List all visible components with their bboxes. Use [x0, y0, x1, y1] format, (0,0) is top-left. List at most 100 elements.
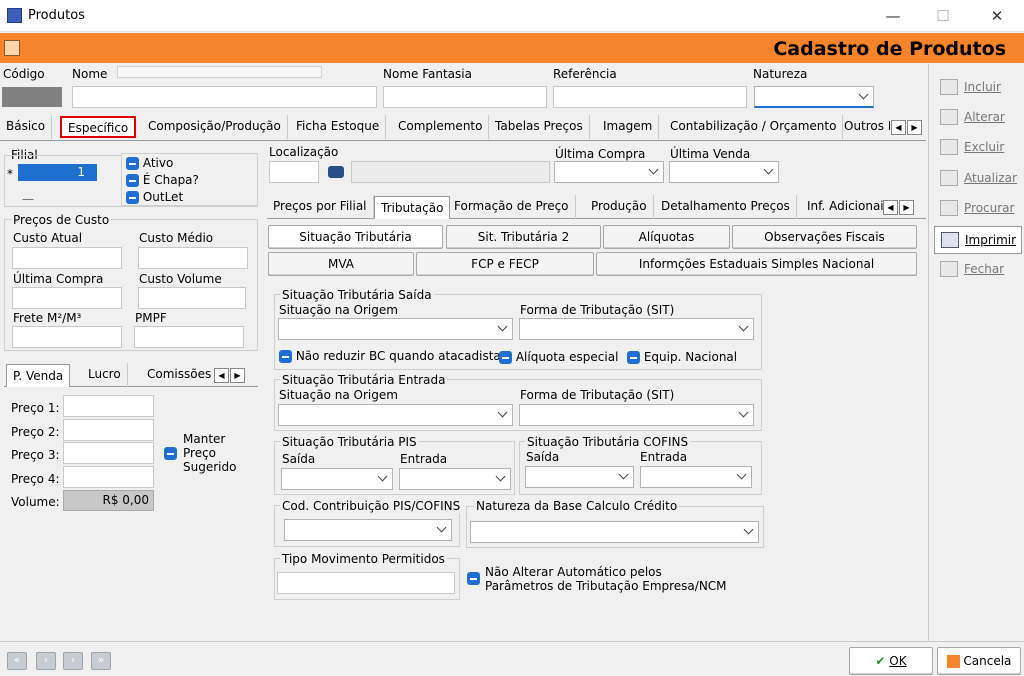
- localizacao-field[interactable]: [269, 161, 319, 183]
- tab-imagem[interactable]: Imagem: [597, 115, 660, 139]
- referencia-field[interactable]: [553, 86, 747, 108]
- ativo-checkbox[interactable]: Ativo: [126, 156, 173, 170]
- price-tab-right-arrow[interactable]: ▶: [230, 368, 245, 383]
- tab-ficha-estoque[interactable]: Ficha Estoque: [290, 115, 387, 139]
- prev-record-button[interactable]: ‹: [36, 652, 56, 670]
- saida-forma-select[interactable]: [519, 318, 754, 340]
- binoculars-icon[interactable]: [328, 166, 344, 178]
- custo-medio-field[interactable]: [138, 247, 248, 269]
- last-record-button[interactable]: »: [91, 652, 111, 670]
- preco2-field[interactable]: [63, 419, 154, 441]
- tab-especifico[interactable]: Específico: [60, 116, 137, 138]
- entrada-origem-select[interactable]: [278, 404, 513, 426]
- custo-atual-field[interactable]: [12, 247, 122, 269]
- pis-entrada-select[interactable]: [399, 468, 511, 490]
- trib-tab-right-arrow[interactable]: ▶: [899, 200, 914, 215]
- localizacao-label: Localização: [269, 145, 339, 159]
- next-record-button[interactable]: ›: [63, 652, 83, 670]
- atualizar-button[interactable]: Atualizar: [934, 165, 1022, 193]
- observacoes-fiscais-button[interactable]: Observações Fiscais: [732, 225, 917, 249]
- manter-preco-checkbox[interactable]: [164, 446, 177, 460]
- entrada-forma-select[interactable]: [519, 404, 754, 426]
- check-icon: [467, 572, 480, 585]
- tab-scroll-left-arrow[interactable]: ◀: [891, 120, 906, 135]
- ultima-venda-select[interactable]: [669, 161, 779, 183]
- preco4-field[interactable]: [63, 466, 154, 488]
- procurar-button[interactable]: Procurar: [934, 195, 1022, 223]
- excluir-button[interactable]: Excluir: [934, 134, 1022, 162]
- app-icon: [7, 8, 22, 23]
- volume-value: R$ 0,00: [63, 490, 154, 511]
- tab-basico[interactable]: Básico: [0, 115, 53, 139]
- aliquota-especial-checkbox[interactable]: Alíquota especial: [499, 350, 618, 364]
- trib-tab-left-arrow[interactable]: ◀: [883, 200, 898, 215]
- pis-saida-select[interactable]: [281, 468, 393, 490]
- cod-contribuicao-select[interactable]: [284, 519, 452, 541]
- custo-volume-field[interactable]: [138, 287, 246, 309]
- equip-nacional-checkbox[interactable]: Equip. Nacional: [627, 350, 737, 364]
- nome-fantasia-field[interactable]: [383, 86, 547, 108]
- natureza-base-select[interactable]: [470, 521, 759, 543]
- filial-value[interactable]: 1: [18, 164, 97, 181]
- tab-comissoes[interactable]: Comissões: [141, 363, 217, 387]
- pis-entrada-label: Entrada: [400, 452, 448, 466]
- natureza-select[interactable]: [754, 86, 874, 108]
- minimize-button[interactable]: —: [870, 0, 916, 32]
- main-tabstrip: Básico Específico Composição/Produção Fi…: [0, 115, 926, 141]
- tab-detalhamento[interactable]: Detalhamento Preços: [655, 195, 797, 219]
- outlet-checkbox[interactable]: OutLet: [126, 190, 183, 204]
- fechar-button[interactable]: Fechar: [934, 256, 1022, 284]
- tab-contabilizacao[interactable]: Contabilização / Orçamento: [664, 115, 844, 139]
- fcp-fecp-button[interactable]: FCP e FECP: [416, 252, 594, 276]
- tab-p-venda[interactable]: P. Venda: [6, 364, 71, 387]
- pmpf-field[interactable]: [134, 326, 244, 348]
- alterar-button[interactable]: Alterar: [934, 104, 1022, 132]
- window-title: Produtos: [28, 8, 85, 23]
- imprimir-button[interactable]: Imprimir: [934, 226, 1022, 254]
- tributacao-tabstrip: Preços por Filial Tributação Formação de…: [267, 195, 926, 219]
- cofins-entrada-select[interactable]: [640, 466, 752, 488]
- chevron-down-icon: [495, 471, 506, 482]
- tab-scroll-right-arrow[interactable]: ▶: [907, 120, 922, 135]
- tab-outros[interactable]: Outros N: [838, 115, 890, 139]
- sit-tributaria-2-button[interactable]: Sit. Tributária 2: [446, 225, 601, 249]
- tab-precos-filial[interactable]: Preços por Filial: [267, 195, 374, 219]
- informacoes-estaduais-button[interactable]: Informções Estaduais Simples Nacional: [596, 252, 917, 276]
- ultima-compra-select[interactable]: [554, 161, 664, 183]
- tab-complemento[interactable]: Complemento: [392, 115, 490, 139]
- ultima-compra-custo-field[interactable]: [12, 287, 122, 309]
- codigo-field[interactable]: [2, 87, 62, 107]
- maximize-button[interactable]: ☐: [920, 0, 966, 32]
- mva-button[interactable]: MVA: [268, 252, 414, 276]
- tab-producao[interactable]: Produção: [585, 195, 654, 219]
- ok-button[interactable]: ✔ OK: [849, 647, 933, 675]
- pmpf-label: PMPF: [135, 311, 167, 325]
- nao-reduzir-checkbox[interactable]: Não reduzir BC quando atacadista: [279, 349, 501, 363]
- close-button[interactable]: ✕: [974, 0, 1020, 32]
- tab-inf-adicionais[interactable]: Inf. Adicionais: [801, 195, 896, 219]
- first-record-button[interactable]: «: [7, 652, 27, 670]
- tab-tributacao[interactable]: Tributação: [374, 196, 451, 219]
- incluir-button[interactable]: Incluir: [934, 74, 1022, 102]
- price-tab-left-arrow[interactable]: ◀: [214, 368, 229, 383]
- cofins-saida-select[interactable]: [525, 466, 634, 488]
- cancela-button[interactable]: Cancela: [937, 647, 1021, 675]
- nome-field[interactable]: [72, 86, 377, 108]
- entrada-group-label: Situação Tributária Entrada: [280, 373, 448, 387]
- preco1-field[interactable]: [63, 395, 154, 417]
- chapa-checkbox[interactable]: É Chapa?: [126, 173, 199, 187]
- tipo-movimento-field[interactable]: [277, 572, 455, 594]
- saida-origem-select[interactable]: [278, 318, 513, 340]
- nome-extra-field[interactable]: [117, 66, 322, 78]
- tab-composicao[interactable]: Composição/Produção: [142, 115, 288, 139]
- preco3-field[interactable]: [63, 442, 154, 464]
- frete-field[interactable]: [12, 326, 122, 348]
- preco-label: Preço: [183, 446, 217, 460]
- aliquotas-button[interactable]: Alíquotas: [603, 225, 730, 249]
- situacao-tributaria-button[interactable]: Situação Tributária: [268, 225, 443, 249]
- tab-tabelas-precos[interactable]: Tabelas Preços: [489, 115, 590, 139]
- nao-alterar-checkbox[interactable]: [467, 571, 480, 585]
- entrada-forma-label: Forma de Tributação (SIT): [520, 388, 675, 402]
- tab-lucro[interactable]: Lucro: [82, 363, 128, 387]
- tab-formacao-preco[interactable]: Formação de Preço: [448, 195, 576, 219]
